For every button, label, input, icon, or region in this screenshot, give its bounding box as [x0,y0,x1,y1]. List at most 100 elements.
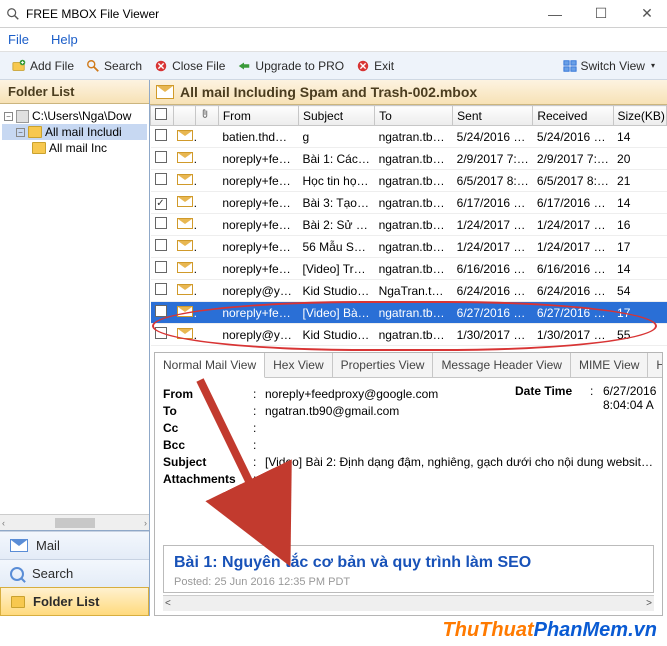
table-row[interactable]: noreply+fe…Bài 3: Tạo b…ngatran.tb…6/17/… [151,192,667,214]
label-bcc: Bcc [163,438,253,452]
tab-hex[interactable]: Hex View [265,353,332,377]
collapse-icon[interactable]: − [16,128,25,137]
cell-subject: 56 Mẫu Sơ… [299,236,375,258]
mail-icon [177,262,193,273]
table-row[interactable]: noreply+fe…[Video] Trộ…ngatran.tb…6/16/2… [151,258,667,280]
label-to: To [163,404,253,418]
close-button[interactable]: ✕ [633,5,661,22]
table-row[interactable]: noreply@y…Kid Studio: …NgaTran.tb…6/24/2… [151,280,667,302]
cell-subject: Học tin học… [299,170,375,192]
col-subject[interactable]: Subject [299,106,375,126]
minimize-button[interactable]: — [541,6,569,22]
mail-icon [177,174,193,185]
disk-icon [16,110,29,123]
cell-from: noreply+fe… [218,148,298,170]
cell-subject: Bài 2: Sử d… [299,214,375,236]
search-icon [10,567,24,581]
col-received[interactable]: Received [533,106,613,126]
add-file-button[interactable]: Add File [6,57,80,75]
tree-item-child[interactable]: All mail Inc [2,140,147,156]
col-check[interactable] [151,106,174,126]
menu-help[interactable]: Help [51,32,78,47]
mail-icon [177,130,193,141]
tab-properties[interactable]: Properties View [333,353,434,377]
detail-tabs: Normal Mail View Hex View Properties Vie… [155,353,662,378]
close-file-button[interactable]: Close File [148,57,231,75]
cell-sent: 1/24/2017 … [453,214,533,236]
table-row[interactable]: noreply+fe…Học tin học…ngatran.tb…6/5/20… [151,170,667,192]
mail-icon [10,539,28,552]
row-checkbox[interactable] [155,283,167,295]
col-icon[interactable] [173,106,196,126]
mail-icon [177,240,193,251]
table-row[interactable]: noreply+fe…Bài 2: Sử d…ngatran.tb…1/24/2… [151,214,667,236]
menu-file[interactable]: File [8,32,29,47]
value-to: ngatran.tb90@gmail.com [265,404,654,418]
mail-table-wrap: From Subject To Sent Received Size(KB) b… [150,105,667,346]
cell-from: noreply+fe… [218,214,298,236]
table-row[interactable]: noreply+fe…56 Mẫu Sơ…ngatran.tb…1/24/201… [151,236,667,258]
tree-scrollbar[interactable]: ‹› [0,514,149,530]
tree-root[interactable]: − C:\Users\Nga\Dow [2,108,147,124]
cell-from: noreply+fe… [218,192,298,214]
collapse-icon[interactable]: − [4,112,13,121]
cell-size: 54 [613,280,666,302]
row-checkbox[interactable] [155,151,167,163]
tab-html[interactable]: HT [648,353,663,377]
maximize-button[interactable]: ☐ [587,5,615,22]
cell-from: batien.thd… [218,126,298,148]
col-attach[interactable] [196,106,219,126]
window-title: FREE MBOX File Viewer [26,7,541,21]
table-header-row: From Subject To Sent Received Size(KB) [151,106,667,126]
menu-bar: File Help [0,28,667,52]
mail-icon [177,218,193,229]
tab-message-header[interactable]: Message Header View [433,353,571,377]
col-to[interactable]: To [375,106,453,126]
mail-icon [177,152,193,163]
title-bar: FREE MBOX File Viewer — ☐ ✕ [0,0,667,28]
row-checkbox[interactable] [155,198,167,210]
value-datetime: 6/27/2016 8:04:04 A [603,384,662,412]
cell-received: 6/16/2016 … [533,258,613,280]
row-checkbox[interactable] [155,305,167,317]
cell-from: noreply@y… [218,324,298,346]
cell-subject: [Video] Trộ… [299,258,375,280]
paperclip-icon [200,108,210,120]
row-checkbox[interactable] [155,239,167,251]
table-row[interactable]: noreply@y…Kid Studio: …ngatran.tb…1/30/2… [151,324,667,346]
table-row[interactable]: noreply+fe…[Video] Bài …ngatran.tb…6/27/… [151,302,667,324]
switch-view-button[interactable]: Switch View ▾ [557,57,662,75]
row-checkbox[interactable] [155,327,167,339]
nav-mail[interactable]: Mail [0,531,149,559]
row-checkbox[interactable] [155,129,167,141]
folder-tree[interactable]: − C:\Users\Nga\Dow − All mail Includi Al… [0,104,149,514]
row-checkbox[interactable] [155,217,167,229]
tree-item-mbox[interactable]: − All mail Includi [2,124,147,140]
preview-title[interactable]: Bài 1: Nguyên tắc cơ bản và quy trình là… [174,554,643,572]
table-row[interactable]: batien.thd…gngatran.tb…5/24/2016 …5/24/2… [151,126,667,148]
tab-mime[interactable]: MIME View [571,353,648,377]
col-size[interactable]: Size(KB) [613,106,666,126]
cell-subject: [Video] Bài … [299,302,375,324]
col-sent[interactable]: Sent [453,106,533,126]
tab-normal[interactable]: Normal Mail View [155,353,265,378]
exit-button[interactable]: Exit [350,57,400,75]
preview-scrollbar[interactable]: <> [163,595,654,611]
cell-sent: 6/5/2017 8:… [453,170,533,192]
nav-search[interactable]: Search [0,559,149,587]
cell-size: 14 [613,126,666,148]
row-checkbox[interactable] [155,173,167,185]
cell-received: 1/24/2017 … [533,214,613,236]
search-button[interactable]: Search [80,57,148,75]
mail-icon [177,306,193,317]
table-row[interactable]: noreply+fe…Bài 1: Các t…ngatran.tb…2/9/2… [151,148,667,170]
col-from[interactable]: From [218,106,298,126]
message-detail: From:noreply+feedproxy@google.com Date T… [155,378,662,541]
row-checkbox[interactable] [155,261,167,273]
nav-folder-list[interactable]: Folder List [0,587,149,616]
mbox-icon [156,85,174,99]
mail-icon [177,284,193,295]
cell-subject: Bài 3: Tạo b… [299,192,375,214]
upgrade-button[interactable]: Upgrade to PRO [231,57,350,75]
close-file-icon [154,59,168,73]
